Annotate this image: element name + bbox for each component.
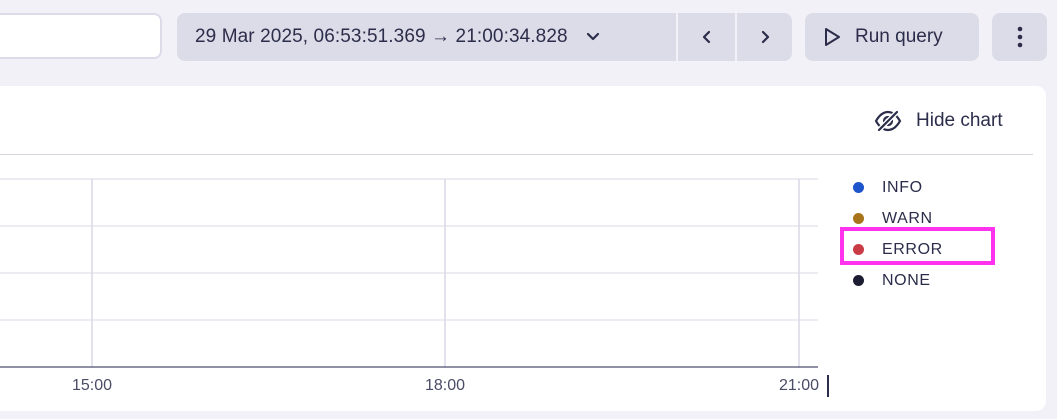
chevron-left-icon: [702, 30, 712, 44]
run-query-button[interactable]: Run query: [805, 13, 979, 61]
hide-chart-button[interactable]: Hide chart: [874, 110, 1003, 132]
run-query-label: Run query: [855, 26, 943, 47]
log-histogram-chart: 15:00 18:00 21:00: [0, 178, 829, 397]
search-input[interactable]: [0, 13, 162, 59]
x-tick-label: 15:00: [72, 377, 112, 394]
legend-item-info[interactable]: INFO: [853, 172, 943, 203]
legend-dot: [853, 213, 864, 224]
more-vertical-icon: [1017, 26, 1023, 48]
more-options-button[interactable]: [992, 13, 1047, 61]
x-tick-label: 18:00: [425, 377, 465, 394]
divider: [0, 154, 1033, 155]
previous-range-button[interactable]: [678, 13, 735, 61]
chevron-right-icon: [760, 30, 770, 44]
highlight-box: [840, 227, 995, 265]
legend-item-none[interactable]: NONE: [853, 265, 943, 296]
hide-chart-label: Hide chart: [916, 110, 1003, 131]
time-range-label: 29 Mar 2025, 06:53:51.369 → 21:00:34.828: [195, 26, 568, 47]
legend-label: WARN: [882, 209, 933, 227]
x-tick-label: 21:00: [779, 377, 819, 394]
play-icon: [823, 27, 841, 47]
legend-dot: [853, 182, 864, 193]
chevron-down-icon: [586, 32, 600, 42]
eye-off-icon: [874, 110, 902, 132]
legend-label: NONE: [882, 271, 931, 289]
legend-label: INFO: [882, 178, 923, 196]
legend-dot: [853, 275, 864, 286]
time-range-selector[interactable]: 29 Mar 2025, 06:53:51.369 → 21:00:34.828: [177, 13, 676, 61]
next-range-button[interactable]: [737, 13, 792, 61]
